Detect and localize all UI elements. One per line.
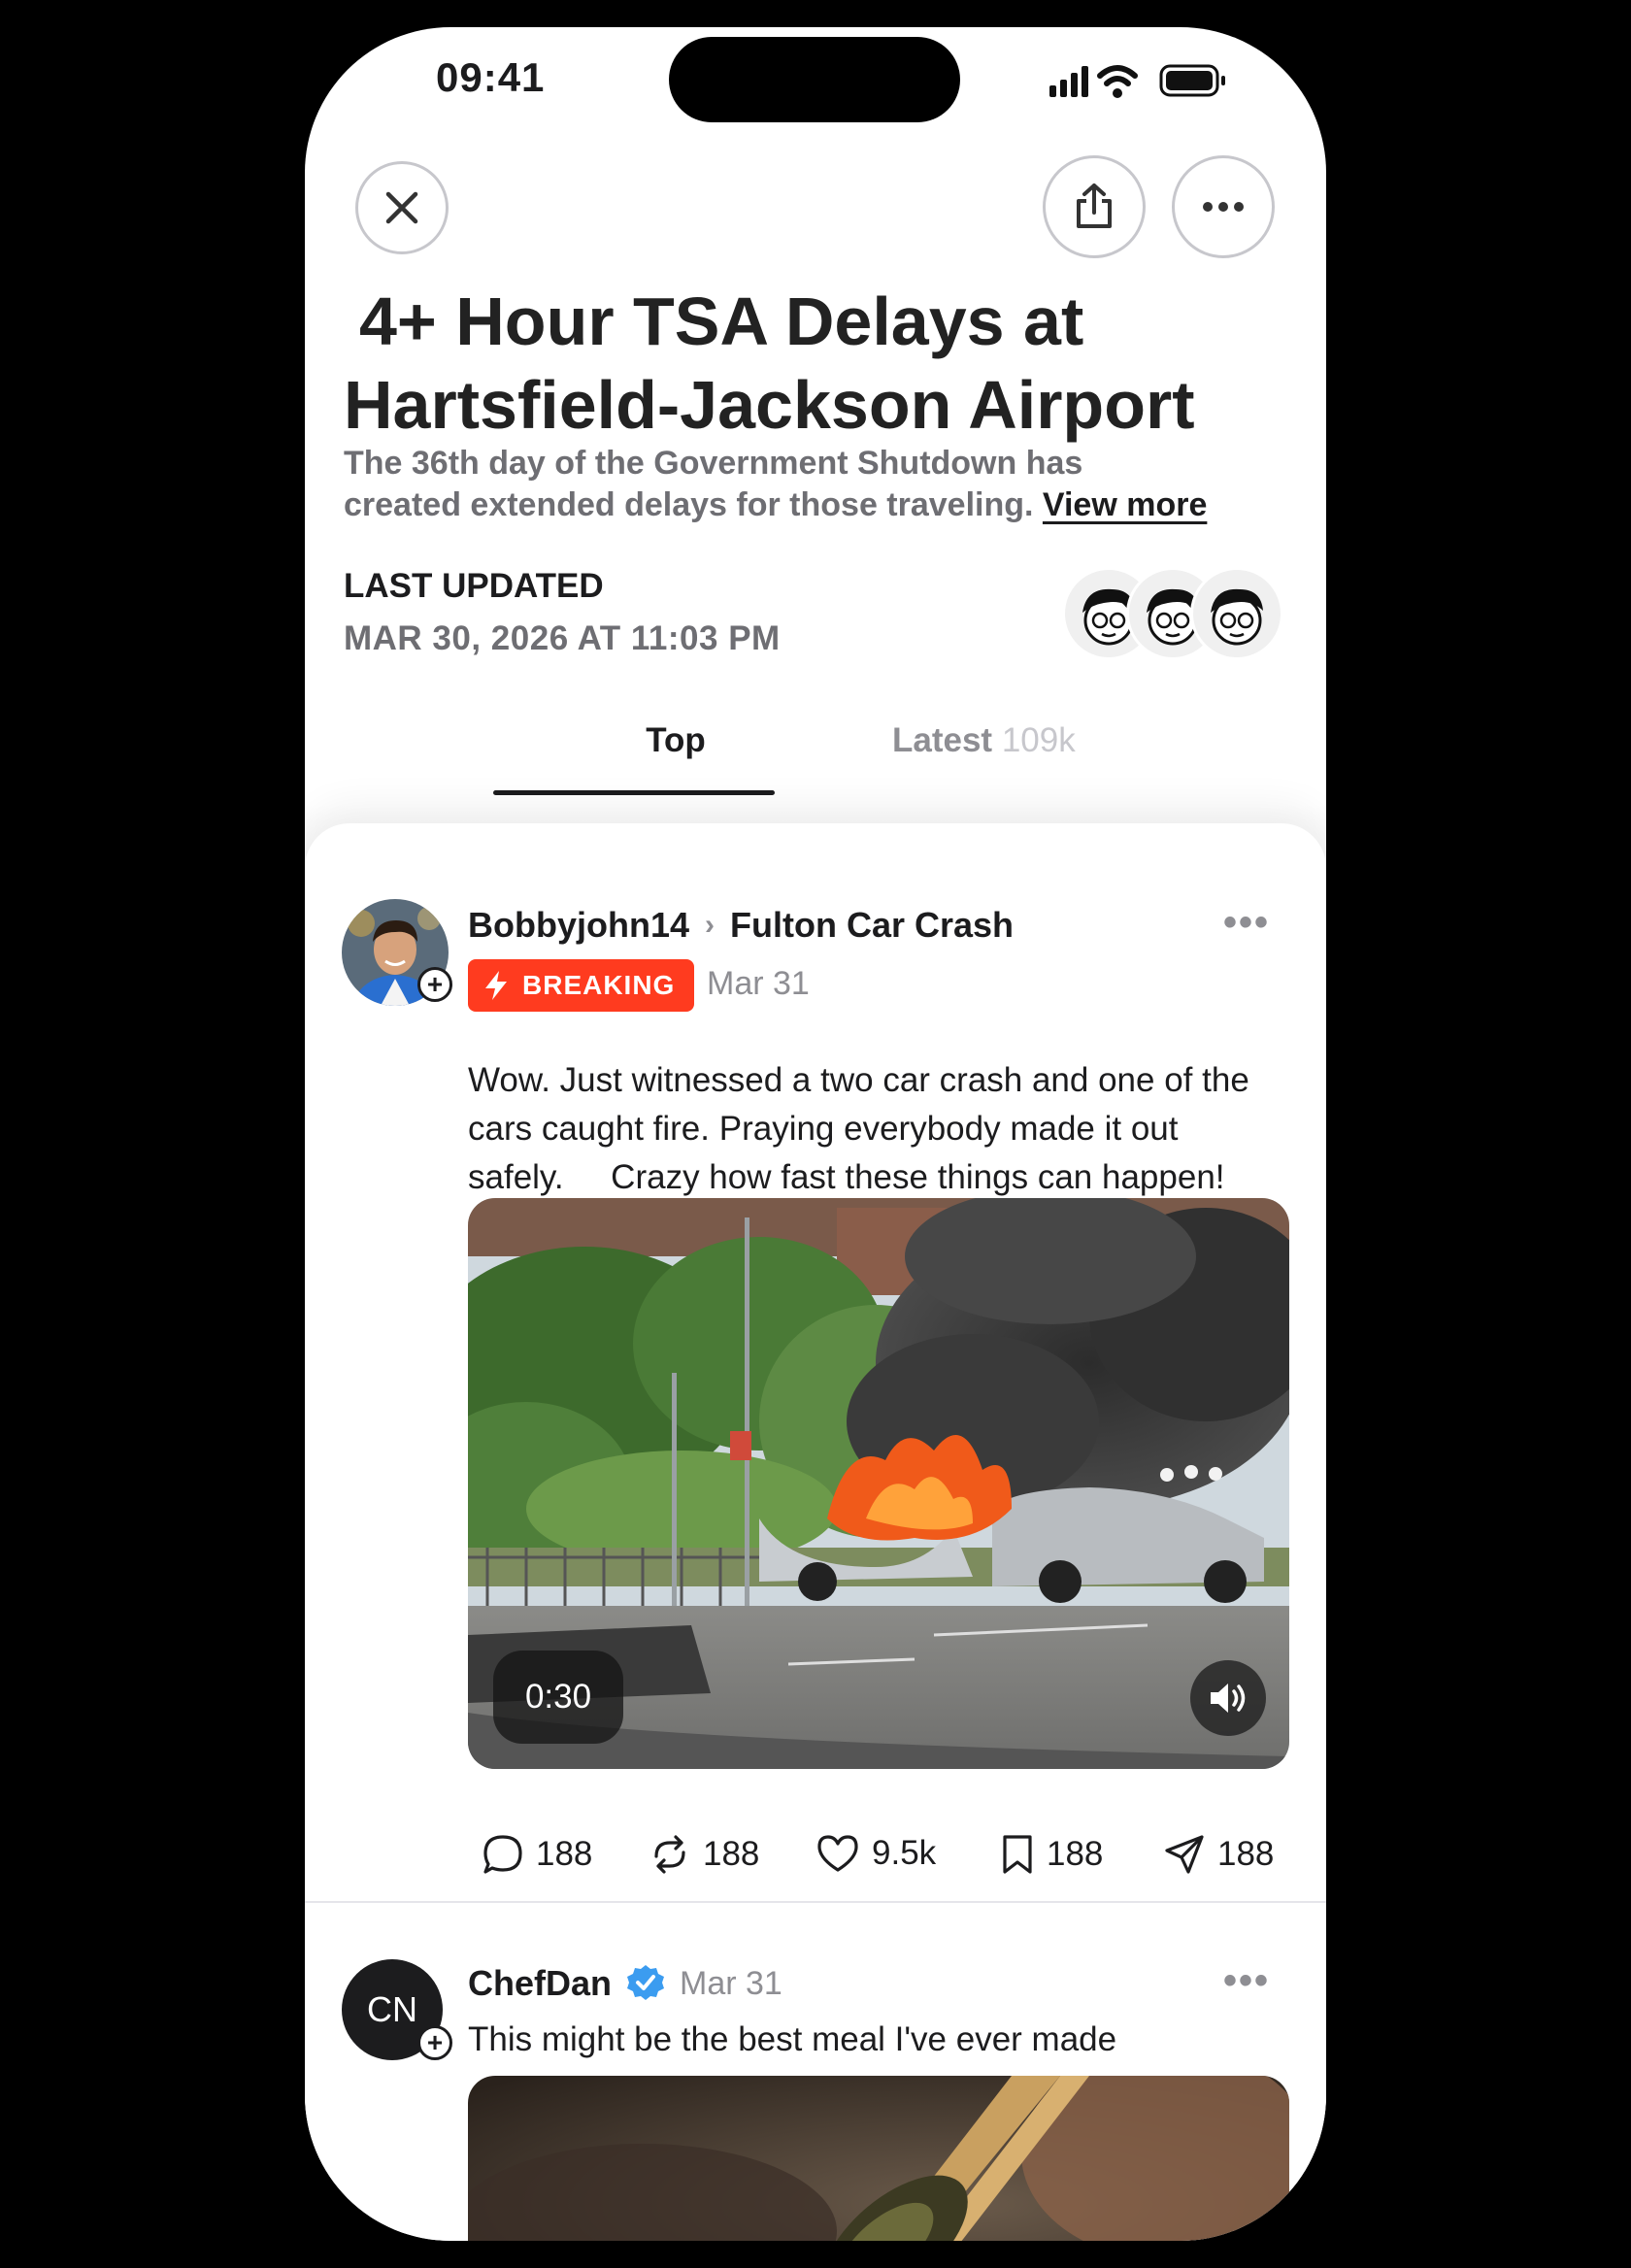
post-actions: 188 188 9.5k 188 188 — [305, 1833, 1326, 1891]
view-more-link[interactable]: View more — [1043, 486, 1207, 523]
volume-button[interactable] — [1190, 1660, 1266, 1736]
post-text: This might be the best meal I've ever ma… — [468, 2020, 1117, 2058]
post-date: Mar 31 — [680, 1964, 782, 2002]
video-duration: 0:30 — [493, 1651, 623, 1744]
bookmark-icon — [1003, 1835, 1032, 1874]
comment-button[interactable]: 188 — [482, 1833, 592, 1876]
tab-top[interactable]: Top — [603, 721, 749, 760]
close-icon — [385, 191, 418, 224]
lightning-icon — [485, 971, 507, 1000]
active-tab-indicator — [493, 790, 775, 795]
wifi-icon — [1097, 65, 1138, 98]
speaker-icon — [1211, 1684, 1246, 1713]
article-subtitle: The 36th day of the Government Shutdown … — [344, 445, 1208, 523]
post-header: Bobbyjohn14 › Fulton Car Crash — [468, 905, 1014, 946]
tab-latest[interactable]: Latest 109k — [892, 721, 1076, 760]
food-image — [468, 2076, 1289, 2241]
phone-screen: 09:41 4+ Hour TSA Delays at Hartsfield-J… — [305, 27, 1326, 2241]
last-updated-date: MAR 30, 2026 AT 11:03 PM — [344, 619, 781, 657]
share-icon — [1077, 183, 1112, 228]
verified-icon — [627, 1965, 665, 2000]
repost-button[interactable]: 188 — [649, 1833, 759, 1876]
breaking-badge: BREAKING — [468, 959, 695, 1012]
post-text: Wow. Just witnessed a two car crash and … — [468, 1061, 1249, 1196]
post-image[interactable] — [468, 2076, 1289, 2241]
post-divider — [305, 1901, 1326, 1903]
post-header: ChefDan Mar 31 — [468, 1963, 782, 2004]
dynamic-island — [669, 37, 960, 122]
share-button[interactable] — [1043, 155, 1146, 258]
post-date: Mar 31 — [707, 965, 810, 1002]
send-button[interactable]: 188 — [1163, 1833, 1274, 1876]
post-video[interactable]: 0:30 — [468, 1198, 1289, 1769]
heart-icon — [817, 1835, 858, 1872]
battery-icon — [1159, 64, 1225, 97]
community-name[interactable]: Fulton Car Crash — [730, 905, 1014, 946]
post-more-icon[interactable]: ••• — [1223, 901, 1270, 945]
repost-icon — [654, 1835, 685, 1874]
contributor-avatar — [1190, 567, 1283, 660]
last-updated-label: LAST UPDATED — [344, 567, 604, 605]
save-button[interactable]: 188 — [1000, 1833, 1103, 1876]
post-more-icon[interactable]: ••• — [1223, 1959, 1270, 2003]
chevron-right-icon: › — [705, 909, 716, 941]
status-time: 09:41 — [436, 54, 546, 100]
close-button[interactable] — [355, 161, 449, 254]
more-icon — [1203, 202, 1244, 212]
follow-plus-icon[interactable]: + — [417, 967, 452, 1002]
author-name[interactable]: ChefDan — [468, 1963, 612, 2004]
send-icon — [1165, 1835, 1204, 1874]
comment-icon — [483, 1835, 522, 1874]
follow-plus-icon[interactable]: + — [417, 2025, 452, 2060]
more-button[interactable] — [1172, 155, 1275, 258]
like-button[interactable]: 9.5k — [816, 1833, 936, 1874]
article-title: 4+ Hour TSA Delays at Hartsfield-Jackson… — [344, 284, 1195, 443]
contributor-avatars[interactable] — [1062, 567, 1295, 664]
status-icons — [1049, 64, 1225, 98]
signal-icon — [1049, 66, 1088, 97]
author-name[interactable]: Bobbyjohn14 — [468, 905, 689, 946]
